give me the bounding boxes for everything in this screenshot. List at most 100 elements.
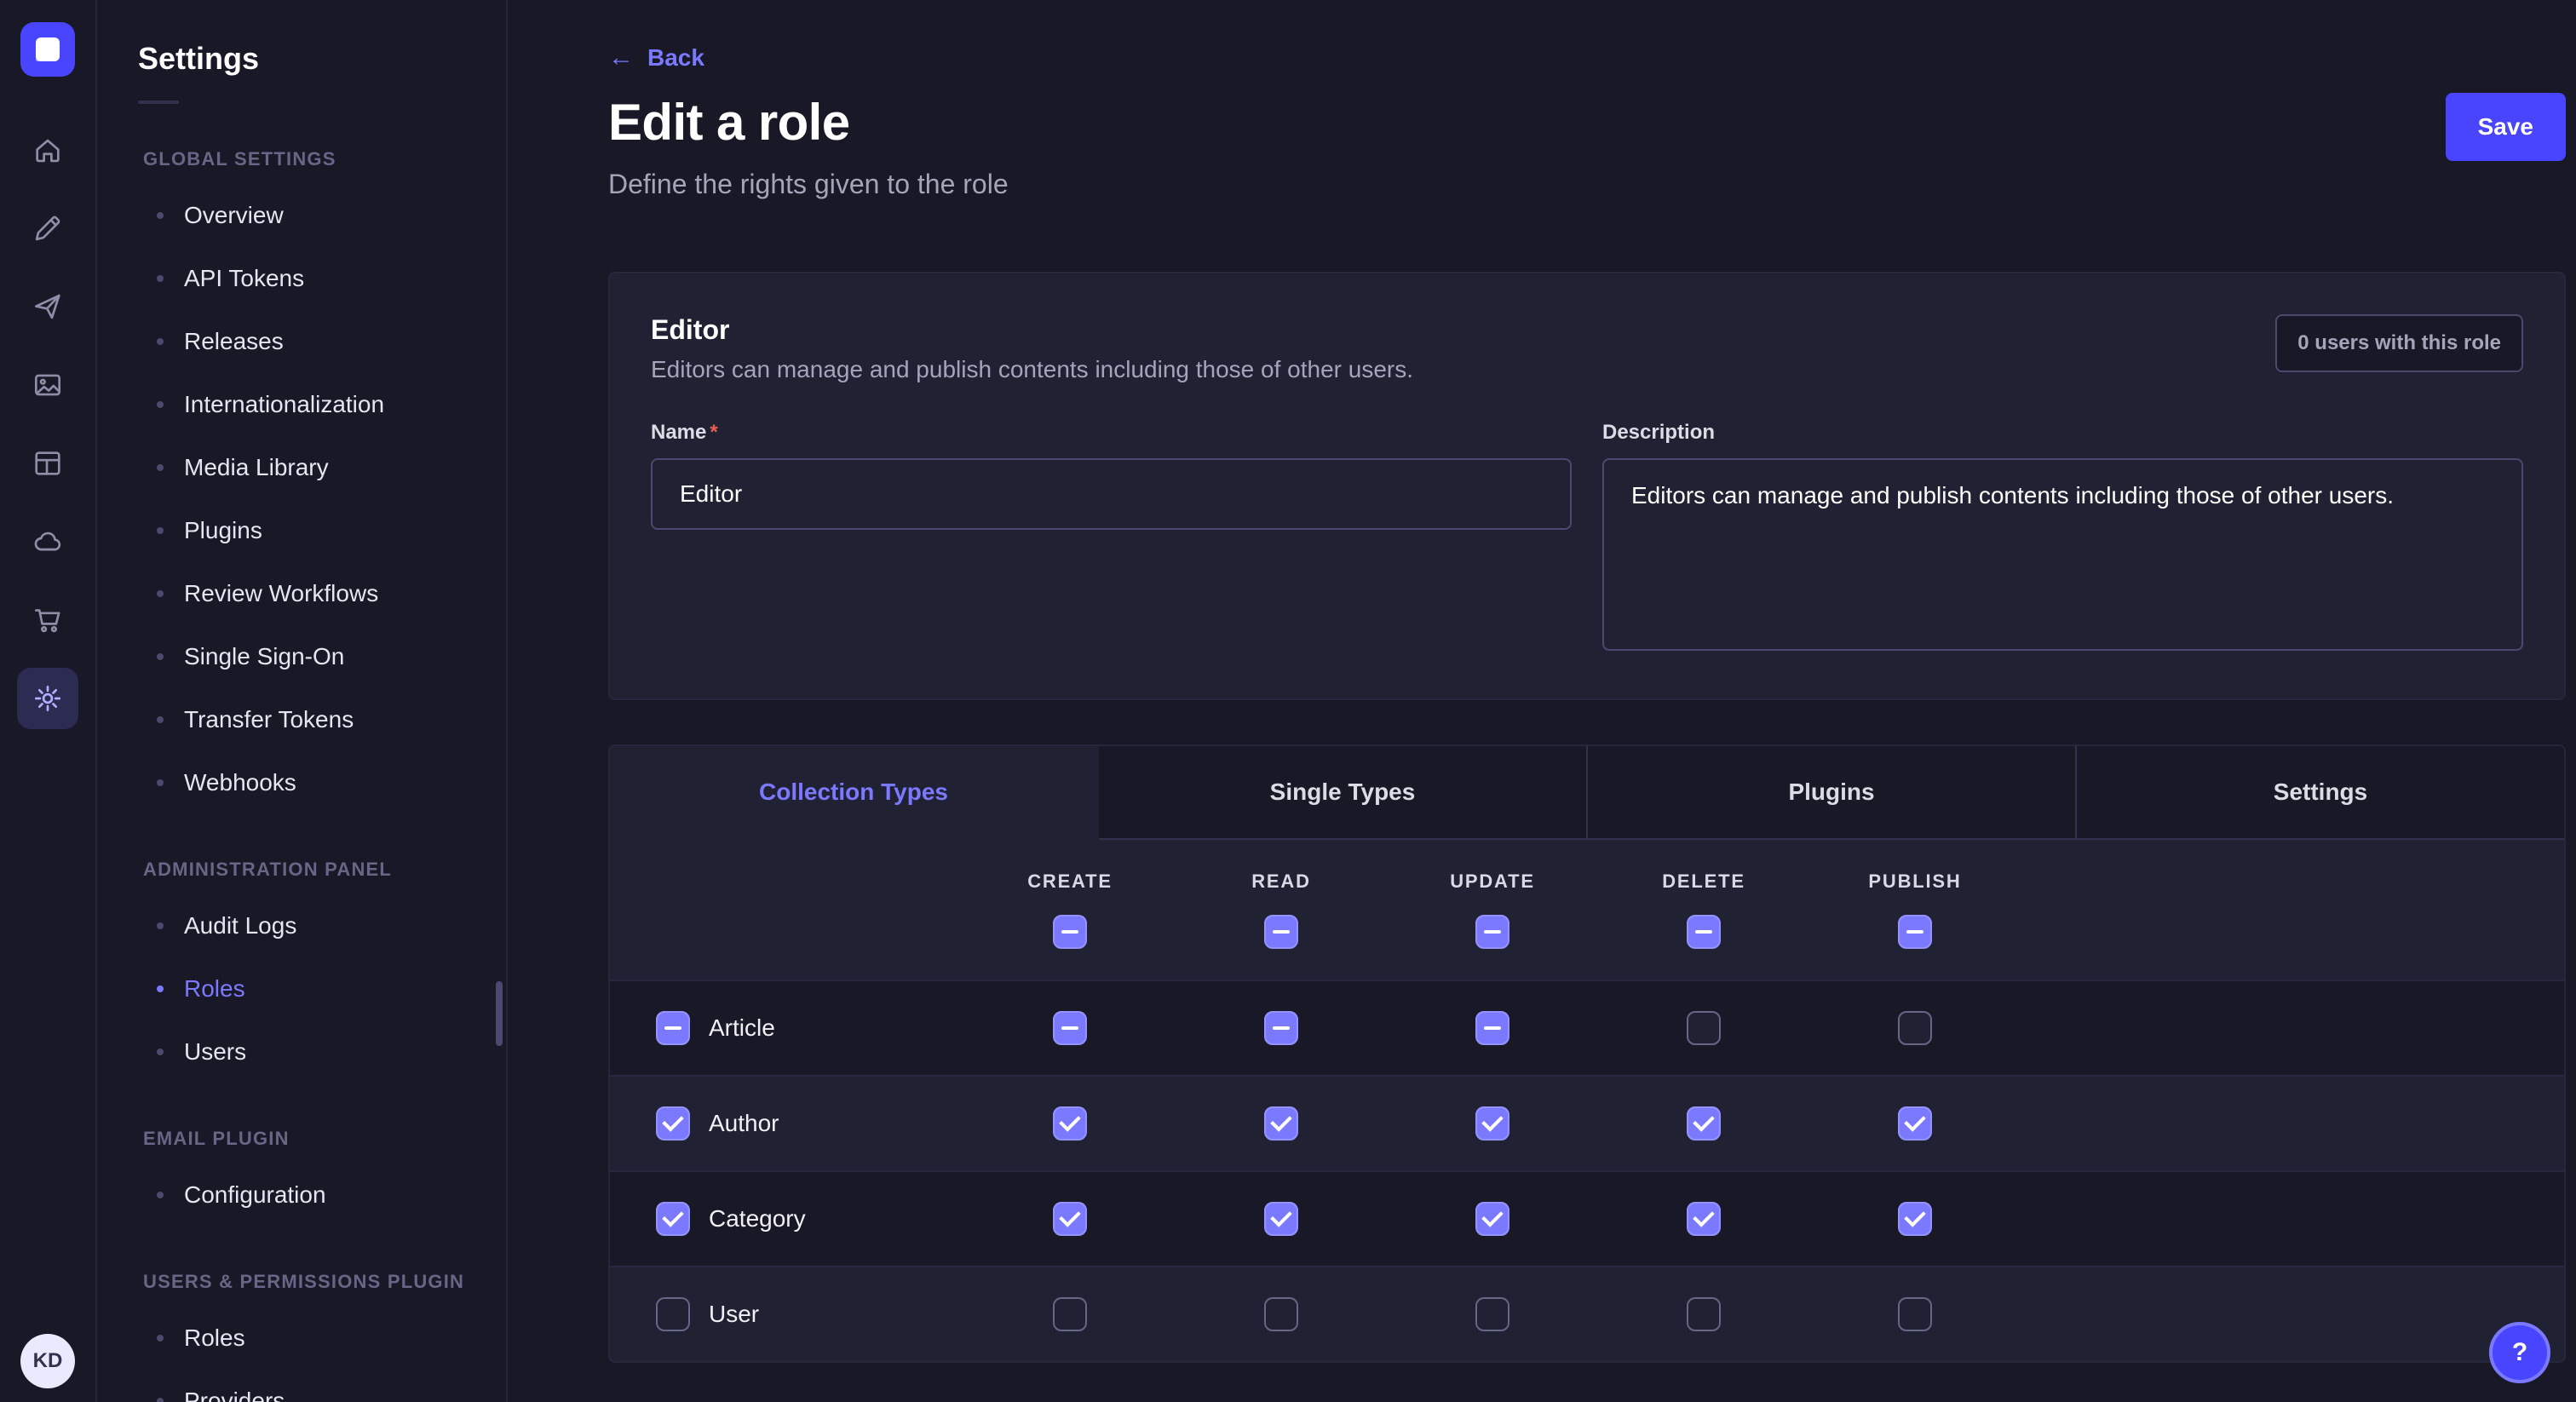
nav-home[interactable] bbox=[17, 119, 78, 181]
help-button[interactable]: ? bbox=[2489, 1322, 2550, 1383]
nav-cloud[interactable] bbox=[17, 511, 78, 572]
nav-media-library[interactable] bbox=[17, 354, 78, 416]
sidebar-item-label: Audit Logs bbox=[184, 912, 296, 939]
sidebar-item-internationalization[interactable]: Internationalization bbox=[138, 373, 506, 436]
sidebar-scrollbar[interactable] bbox=[496, 981, 503, 1046]
main-content: ← Back Edit a role Define the rights giv… bbox=[508, 0, 2576, 1402]
sidebar-item-label: Transfer Tokens bbox=[184, 706, 354, 733]
bullet-icon bbox=[157, 338, 164, 345]
sidebar-item-providers[interactable]: Providers bbox=[138, 1370, 506, 1402]
nav-marketplace[interactable] bbox=[17, 589, 78, 651]
permission-row-user: User bbox=[610, 1266, 2564, 1361]
role-description-textarea[interactable]: Editors can manage and publish contents … bbox=[1602, 458, 2523, 651]
permissions-tabs: Collection Types Single Types Plugins Se… bbox=[610, 746, 2564, 840]
update-checkbox[interactable] bbox=[1475, 1202, 1509, 1236]
bullet-icon bbox=[157, 1192, 164, 1198]
bullet-icon bbox=[157, 275, 164, 282]
paper-plane-icon bbox=[32, 290, 64, 323]
tab-collection-types[interactable]: Collection Types bbox=[610, 746, 1099, 840]
row-select-checkbox[interactable] bbox=[656, 1106, 690, 1141]
sidebar-item-webhooks[interactable]: Webhooks bbox=[138, 751, 506, 814]
sidebar-divider bbox=[138, 101, 179, 104]
publish-checkbox[interactable] bbox=[1898, 1011, 1932, 1045]
sidebar-item-label: Plugins bbox=[184, 517, 262, 544]
permission-row-author: Author bbox=[610, 1075, 2564, 1170]
nav-rail: KD bbox=[0, 0, 97, 1402]
create-checkbox[interactable] bbox=[1053, 1011, 1087, 1045]
sidebar-item-up-roles[interactable]: Roles bbox=[138, 1307, 506, 1370]
strapi-logo[interactable] bbox=[20, 22, 75, 77]
tab-single-types[interactable]: Single Types bbox=[1099, 746, 1588, 840]
content-type-label: User bbox=[709, 1301, 759, 1328]
sidebar-item-overview[interactable]: Overview bbox=[138, 184, 506, 247]
content-type-label: Author bbox=[709, 1110, 779, 1137]
sidebar-item-users[interactable]: Users bbox=[138, 1020, 506, 1083]
user-avatar[interactable]: KD bbox=[20, 1334, 75, 1388]
role-name-input[interactable] bbox=[651, 458, 1572, 530]
read-checkbox[interactable] bbox=[1264, 1297, 1298, 1331]
create-checkbox[interactable] bbox=[1053, 1106, 1087, 1141]
publish-checkbox[interactable] bbox=[1898, 1202, 1932, 1236]
sidebar-item-media-library[interactable]: Media Library bbox=[138, 436, 506, 499]
delete-checkbox[interactable] bbox=[1687, 1011, 1721, 1045]
select-all-create-checkbox[interactable] bbox=[1053, 915, 1087, 949]
content-type-label: Article bbox=[709, 1014, 775, 1042]
read-checkbox[interactable] bbox=[1264, 1011, 1298, 1045]
sidebar-item-label: Roles bbox=[184, 975, 245, 1003]
role-details-card: Editor Editors can manage and publish co… bbox=[608, 272, 2566, 700]
read-checkbox[interactable] bbox=[1264, 1202, 1298, 1236]
select-all-publish-checkbox[interactable] bbox=[1898, 915, 1932, 949]
publish-checkbox[interactable] bbox=[1898, 1106, 1932, 1141]
select-all-delete-checkbox[interactable] bbox=[1687, 915, 1721, 949]
nav-content-manager[interactable] bbox=[17, 198, 78, 259]
row-select-checkbox[interactable] bbox=[656, 1297, 690, 1331]
tab-settings[interactable]: Settings bbox=[2077, 746, 2564, 840]
permissions-table-header: CREATE READ UPDATE DELETE PUBLISH bbox=[610, 840, 2564, 980]
select-all-update-checkbox[interactable] bbox=[1475, 915, 1509, 949]
settings-sidebar: Settings GLOBAL SETTINGS Overview API To… bbox=[97, 0, 508, 1402]
sidebar-item-roles[interactable]: Roles bbox=[138, 957, 506, 1020]
save-button[interactable]: Save bbox=[2446, 93, 2566, 161]
nav-content-type-builder[interactable] bbox=[17, 433, 78, 494]
bullet-icon bbox=[157, 779, 164, 786]
update-checkbox[interactable] bbox=[1475, 1011, 1509, 1045]
sidebar-item-api-tokens[interactable]: API Tokens bbox=[138, 247, 506, 310]
delete-checkbox[interactable] bbox=[1687, 1106, 1721, 1141]
select-all-read-checkbox[interactable] bbox=[1264, 915, 1298, 949]
nav-deploy[interactable] bbox=[17, 276, 78, 337]
permissions-rows: Article Author bbox=[610, 980, 2564, 1361]
sidebar-item-single-sign-on[interactable]: Single Sign-On bbox=[138, 625, 506, 688]
publish-checkbox[interactable] bbox=[1898, 1297, 1932, 1331]
cart-icon bbox=[32, 604, 64, 636]
read-checkbox[interactable] bbox=[1264, 1106, 1298, 1141]
sidebar-item-releases[interactable]: Releases bbox=[138, 310, 506, 373]
create-checkbox[interactable] bbox=[1053, 1297, 1087, 1331]
content-type-label: Category bbox=[709, 1205, 806, 1232]
row-select-checkbox[interactable] bbox=[656, 1011, 690, 1045]
delete-checkbox[interactable] bbox=[1687, 1202, 1721, 1236]
section-administration-panel: ADMINISTRATION PANEL bbox=[143, 859, 506, 881]
sidebar-item-label: Internationalization bbox=[184, 391, 384, 418]
sidebar-item-plugins[interactable]: Plugins bbox=[138, 499, 506, 562]
update-checkbox[interactable] bbox=[1475, 1106, 1509, 1141]
back-link[interactable]: ← Back bbox=[608, 44, 704, 72]
app-window: KD Settings GLOBAL SETTINGS Overview API… bbox=[0, 0, 2576, 1402]
sidebar-item-configuration[interactable]: Configuration bbox=[138, 1164, 506, 1227]
sidebar-item-audit-logs[interactable]: Audit Logs bbox=[138, 894, 506, 957]
sidebar-item-transfer-tokens[interactable]: Transfer Tokens bbox=[138, 688, 506, 751]
sidebar-item-review-workflows[interactable]: Review Workflows bbox=[138, 562, 506, 625]
bullet-icon bbox=[157, 464, 164, 471]
name-label-text: Name bbox=[651, 421, 706, 444]
users-with-role-badge[interactable]: 0 users with this role bbox=[2275, 314, 2523, 372]
permission-row-article: Article bbox=[610, 980, 2564, 1075]
name-field-label: Name* bbox=[651, 421, 1572, 445]
create-checkbox[interactable] bbox=[1053, 1202, 1087, 1236]
bullet-icon bbox=[157, 590, 164, 597]
gear-icon bbox=[32, 682, 64, 715]
delete-checkbox[interactable] bbox=[1687, 1297, 1721, 1331]
row-select-checkbox[interactable] bbox=[656, 1202, 690, 1236]
update-checkbox[interactable] bbox=[1475, 1297, 1509, 1331]
nav-settings[interactable] bbox=[17, 668, 78, 729]
tab-plugins[interactable]: Plugins bbox=[1588, 746, 2077, 840]
column-header-publish: PUBLISH bbox=[1809, 871, 2021, 893]
